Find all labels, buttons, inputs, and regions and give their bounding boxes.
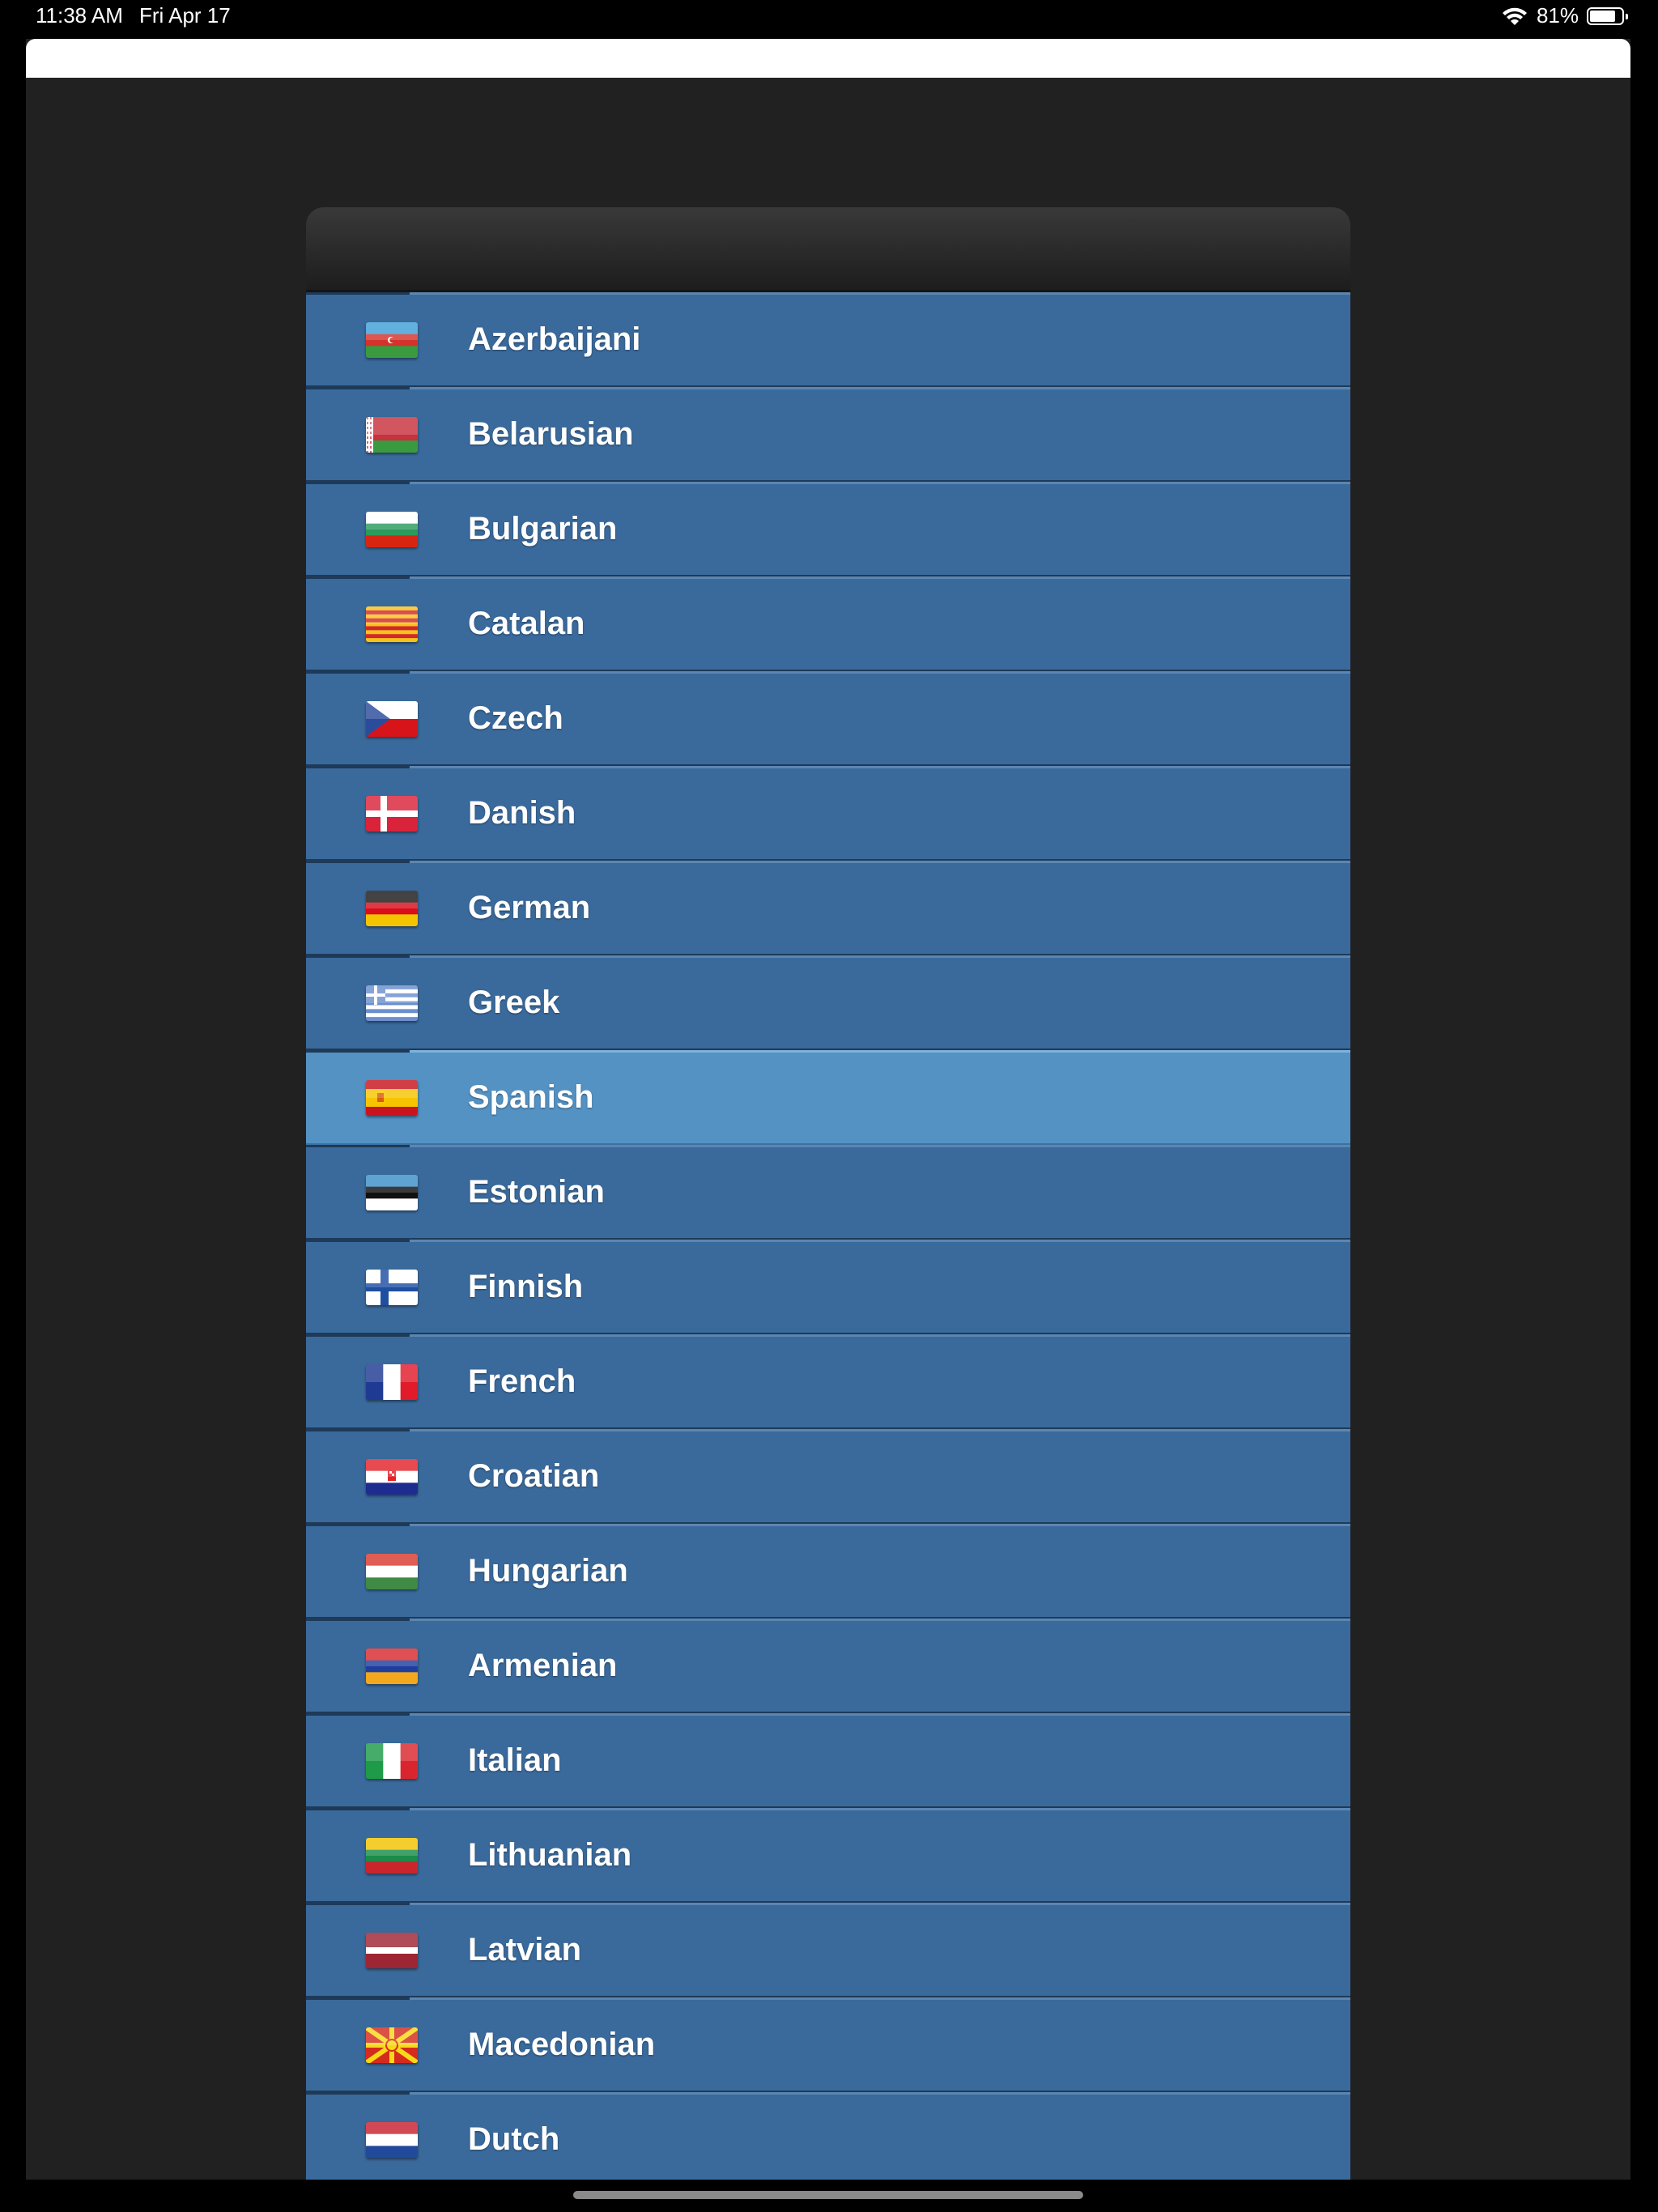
lithuania-flag-icon	[366, 1838, 418, 1874]
language-item-catalan[interactable]: Catalan	[306, 576, 1350, 671]
language-label: Hungarian	[468, 1553, 628, 1589]
hungary-flag-icon	[366, 1554, 418, 1589]
croatia-flag-icon	[366, 1459, 418, 1495]
language-label: Latvian	[468, 1932, 582, 1967]
status-date: Fri Apr 17	[139, 3, 231, 28]
language-item-bulgarian[interactable]: Bulgarian	[306, 482, 1350, 576]
language-label: German	[468, 890, 591, 925]
azerbaijan-flag-icon	[366, 322, 418, 358]
language-label: Lithuanian	[468, 1837, 632, 1873]
language-item-finnish[interactable]: Finnish	[306, 1240, 1350, 1334]
language-item-croatian[interactable]: Croatian	[306, 1429, 1350, 1524]
battery-level	[1590, 10, 1615, 22]
latvia-flag-icon	[366, 1933, 418, 1968]
language-label: Italian	[468, 1742, 562, 1778]
language-label: Danish	[468, 795, 576, 831]
language-label: Armenian	[468, 1648, 618, 1683]
language-item-german[interactable]: German	[306, 861, 1350, 955]
language-panel: Azerbaijani Belarusian Bulgarian Catalan Cze…	[306, 207, 1350, 2180]
language-item-belarusian[interactable]: Belarusian	[306, 387, 1350, 482]
language-label: Bulgarian	[468, 511, 618, 547]
language-item-danish[interactable]: Danish	[306, 766, 1350, 861]
language-label: Belarusian	[468, 416, 634, 452]
language-label: Azerbaijani	[468, 321, 641, 357]
status-indicators: 81%	[1501, 3, 1628, 28]
language-label: Estonian	[468, 1174, 605, 1210]
language-label: Spanish	[468, 1079, 594, 1115]
language-item-italian[interactable]: Italian	[306, 1713, 1350, 1808]
denmark-flag-icon	[366, 796, 418, 832]
status-bar: 11:38 AM Fri Apr 17 81%	[0, 0, 1658, 36]
app-window: Azerbaijani Belarusian Bulgarian Catalan Cze…	[26, 39, 1630, 2180]
language-list: Azerbaijani Belarusian Bulgarian Catalan Cze…	[306, 292, 1350, 2180]
language-item-greek[interactable]: Greek	[306, 955, 1350, 1050]
language-item-lithuanian[interactable]: Lithuanian	[306, 1808, 1350, 1903]
czech-flag-icon	[366, 701, 418, 737]
language-label: Greek	[468, 985, 560, 1020]
armenia-flag-icon	[366, 1648, 418, 1684]
language-item-hungarian[interactable]: Hungarian	[306, 1524, 1350, 1619]
language-label: Finnish	[468, 1269, 584, 1304]
belarus-flag-icon	[366, 417, 418, 453]
language-label: Czech	[468, 700, 563, 736]
greece-flag-icon	[366, 985, 418, 1021]
language-item-estonian[interactable]: Estonian	[306, 1145, 1350, 1240]
battery-icon	[1587, 6, 1628, 25]
language-label: Catalan	[468, 606, 585, 641]
spain-flag-icon	[366, 1080, 418, 1116]
language-item-latvian[interactable]: Latvian	[306, 1903, 1350, 1997]
language-label: Croatian	[468, 1458, 600, 1494]
netherlands-flag-icon	[366, 2122, 418, 2158]
language-label: Macedonian	[468, 2027, 656, 2062]
language-label: Dutch	[468, 2121, 560, 2157]
battery-percent: 81%	[1536, 3, 1579, 28]
status-time: 11:38 AM	[36, 3, 123, 28]
language-item-macedonian[interactable]: Macedonian	[306, 1997, 1350, 2092]
bulgaria-flag-icon	[366, 512, 418, 547]
finland-flag-icon	[366, 1270, 418, 1305]
language-label: French	[468, 1363, 576, 1399]
language-item-czech[interactable]: Czech	[306, 671, 1350, 766]
app-top-bar	[26, 39, 1630, 78]
language-item-dutch[interactable]: Dutch	[306, 2092, 1350, 2180]
germany-flag-icon	[366, 891, 418, 926]
language-item-spanish[interactable]: Spanish	[306, 1050, 1350, 1145]
france-flag-icon	[366, 1364, 418, 1400]
estonia-flag-icon	[366, 1175, 418, 1210]
language-item-french[interactable]: French	[306, 1334, 1350, 1429]
language-item-azerbaijani[interactable]: Azerbaijani	[306, 292, 1350, 387]
panel-header	[306, 207, 1350, 292]
language-item-armenian[interactable]: Armenian	[306, 1619, 1350, 1713]
macedonia-flag-icon	[366, 2027, 418, 2063]
italy-flag-icon	[366, 1743, 418, 1779]
home-indicator[interactable]	[573, 2191, 1083, 2199]
catalonia-flag-icon	[366, 606, 418, 642]
wifi-icon	[1501, 6, 1528, 27]
